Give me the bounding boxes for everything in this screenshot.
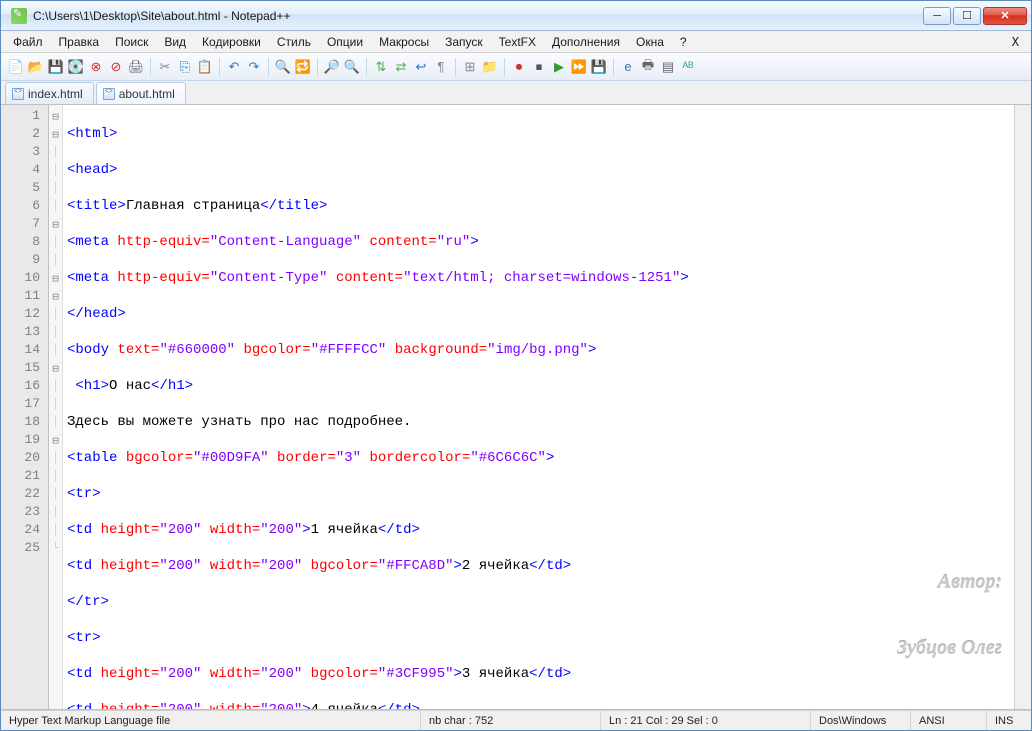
- status-eol: Dos\Windows: [811, 711, 911, 730]
- tab-index-html[interactable]: index.html: [5, 82, 94, 104]
- print-now-icon[interactable]: 🖶: [639, 58, 657, 76]
- status-encoding: ANSI: [911, 711, 987, 730]
- menu-encoding[interactable]: Кодировки: [194, 33, 269, 51]
- fold-column[interactable]: [49, 105, 63, 709]
- folder-tree-icon[interactable]: 📁: [481, 58, 499, 76]
- replace-icon[interactable]: 🔁: [294, 58, 312, 76]
- record-macro-icon[interactable]: ⏺: [510, 58, 528, 76]
- document-tabs: index.html about.html: [1, 81, 1031, 105]
- zoom-in-icon[interactable]: 🔎: [323, 58, 341, 76]
- tab-about-html[interactable]: about.html: [96, 82, 186, 104]
- code-area[interactable]: <html> <head> <title>Главная страница</t…: [63, 105, 1014, 709]
- line-number-gutter: 1234567891011121314151617181920212223242…: [1, 105, 49, 709]
- menu-macros[interactable]: Макросы: [371, 33, 437, 51]
- new-file-icon[interactable]: 📄: [7, 58, 25, 76]
- sync-h-icon[interactable]: ⇄: [392, 58, 410, 76]
- menu-edit[interactable]: Правка: [51, 33, 108, 51]
- close-all-icon[interactable]: ⊘: [107, 58, 125, 76]
- stop-macro-icon[interactable]: ⏹: [530, 58, 548, 76]
- maximize-button[interactable]: ☐: [953, 7, 981, 25]
- status-chars: nb char : 752: [421, 711, 601, 730]
- copy-icon[interactable]: ⎘: [176, 58, 194, 76]
- app-icon: [11, 8, 27, 24]
- toolbar-separator: [613, 58, 614, 76]
- toolbar-separator: [455, 58, 456, 76]
- sync-v-icon[interactable]: ⇅: [372, 58, 390, 76]
- menu-run[interactable]: Запуск: [437, 33, 491, 51]
- toolbar-separator: [366, 58, 367, 76]
- tab-label: index.html: [28, 87, 83, 101]
- html-file-icon: [12, 88, 24, 100]
- paste-icon[interactable]: 📋: [196, 58, 214, 76]
- close-button[interactable]: ✕: [983, 7, 1027, 25]
- play-multi-icon[interactable]: ⏩: [570, 58, 588, 76]
- undo-icon[interactable]: ↶: [225, 58, 243, 76]
- zoom-out-icon[interactable]: 🔍: [343, 58, 361, 76]
- close-doc-icon[interactable]: ⊗: [87, 58, 105, 76]
- save-macro-icon[interactable]: 💾: [590, 58, 608, 76]
- menu-view[interactable]: Вид: [156, 33, 194, 51]
- toolbar-separator: [268, 58, 269, 76]
- minimize-button[interactable]: ─: [923, 7, 951, 25]
- window-controls: ─ ☐ ✕: [923, 7, 1027, 25]
- ie-icon[interactable]: e: [619, 58, 637, 76]
- menu-search[interactable]: Поиск: [107, 33, 156, 51]
- wrap-icon[interactable]: ↩: [412, 58, 430, 76]
- find-icon[interactable]: 🔍: [274, 58, 292, 76]
- spellcheck-icon[interactable]: ᴬᴮ: [679, 58, 697, 76]
- toolbar-separator: [504, 58, 505, 76]
- titlebar[interactable]: C:\Users\1\Desktop\Site\about.html - Not…: [1, 1, 1031, 31]
- menubar-close-doc[interactable]: X: [1004, 33, 1027, 51]
- menu-file[interactable]: Файл: [5, 33, 51, 51]
- save-icon[interactable]: 💾: [47, 58, 65, 76]
- watermark: Автор: Зубцов Олег: [897, 527, 1002, 703]
- save-all-icon[interactable]: 💽: [67, 58, 85, 76]
- toolbar: 📄 📂 💾 💽 ⊗ ⊘ 🖨 ✂ ⎘ 📋 ↶ ↷ 🔍 🔁 🔎 🔍 ⇅ ⇄ ↩ ¶ …: [1, 53, 1031, 81]
- print-icon[interactable]: 🖨: [127, 58, 145, 76]
- status-filetype: Hyper Text Markup Language file: [1, 711, 421, 730]
- app-window: C:\Users\1\Desktop\Site\about.html - Not…: [0, 0, 1032, 731]
- indent-guide-icon[interactable]: ⊞: [461, 58, 479, 76]
- open-file-icon[interactable]: 📂: [27, 58, 45, 76]
- menu-help[interactable]: ?: [672, 33, 695, 51]
- show-all-icon[interactable]: ▤: [659, 58, 677, 76]
- invisible-icon[interactable]: ¶: [432, 58, 450, 76]
- toolbar-separator: [150, 58, 151, 76]
- play-macro-icon[interactable]: ▶: [550, 58, 568, 76]
- status-mode: INS: [987, 711, 1031, 730]
- menu-plugins[interactable]: Дополнения: [544, 33, 628, 51]
- tab-label: about.html: [119, 87, 175, 101]
- cut-icon[interactable]: ✂: [156, 58, 174, 76]
- redo-icon[interactable]: ↷: [245, 58, 263, 76]
- html-file-icon: [103, 88, 115, 100]
- menu-options[interactable]: Опции: [319, 33, 371, 51]
- editor: 1234567891011121314151617181920212223242…: [1, 105, 1031, 710]
- status-position: Ln : 21 Col : 29 Sel : 0: [601, 711, 811, 730]
- menu-textfx[interactable]: TextFX: [491, 33, 544, 51]
- toolbar-separator: [219, 58, 220, 76]
- statusbar: Hyper Text Markup Language file nb char …: [1, 710, 1031, 730]
- toolbar-separator: [317, 58, 318, 76]
- menubar: Файл Правка Поиск Вид Кодировки Стиль Оп…: [1, 31, 1031, 53]
- window-title: C:\Users\1\Desktop\Site\about.html - Not…: [33, 9, 923, 23]
- vertical-scrollbar[interactable]: [1014, 105, 1031, 709]
- menu-style[interactable]: Стиль: [269, 33, 319, 51]
- menu-window[interactable]: Окна: [628, 33, 672, 51]
